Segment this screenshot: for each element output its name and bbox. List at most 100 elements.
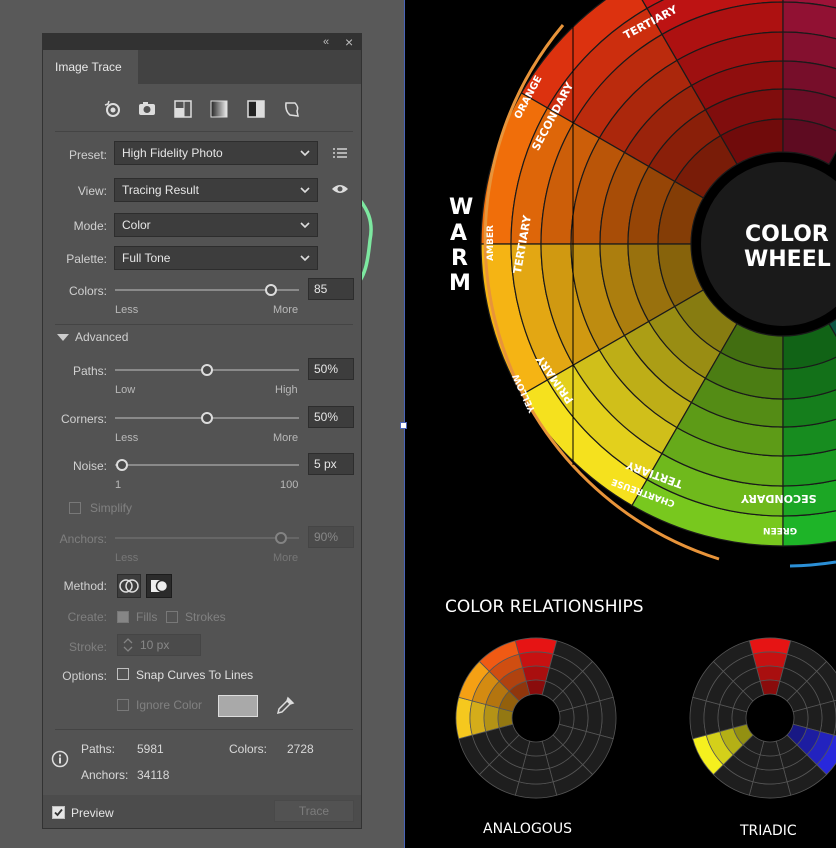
stats-colors-label: Colors: bbox=[229, 742, 268, 756]
mini-wheel-segment bbox=[752, 767, 788, 785]
strokes-label: Strokes bbox=[185, 610, 226, 624]
mini-wheel-segment bbox=[522, 754, 550, 771]
stroke-value: 10 px bbox=[140, 638, 170, 652]
noise-slider-track[interactable] bbox=[115, 464, 299, 466]
divider bbox=[55, 131, 353, 132]
panel-titlebar[interactable]: « × bbox=[43, 34, 361, 50]
paths-input[interactable]: 50% bbox=[308, 358, 354, 380]
method-abutting-button[interactable] bbox=[117, 574, 141, 598]
trace-button[interactable]: Trace bbox=[274, 800, 354, 822]
artboard[interactable]: COLOR WHEEL W A R M TERTIARY ORANGE SECO… bbox=[405, 0, 836, 848]
chevron-down-icon bbox=[300, 222, 310, 229]
cool-arc bbox=[789, 560, 836, 568]
colors-max-label: More bbox=[273, 304, 299, 316]
mini-wheel-segment bbox=[756, 665, 784, 682]
grayscale-icon[interactable] bbox=[208, 98, 230, 120]
close-icon[interactable]: × bbox=[345, 34, 353, 50]
triangle-down-icon bbox=[57, 334, 69, 341]
strokes-checkbox[interactable] bbox=[166, 611, 178, 623]
selection-handle[interactable] bbox=[400, 422, 407, 429]
paths-min-label: Low bbox=[115, 384, 136, 396]
mode-dropdown[interactable]: Color bbox=[114, 213, 318, 237]
view-label: View: bbox=[77, 184, 107, 198]
divider bbox=[55, 324, 353, 325]
triadic-label: TRIADIC bbox=[740, 823, 797, 839]
noise-slider-thumb[interactable] bbox=[116, 459, 129, 471]
wheel-title-line1: COLOR bbox=[745, 222, 829, 247]
preview-checkbox[interactable] bbox=[52, 806, 65, 819]
tab-image-trace[interactable]: Image Trace bbox=[43, 50, 138, 84]
ignore-color-swatch[interactable] bbox=[218, 695, 258, 717]
label-secondary-bottom: SECONDARY bbox=[741, 492, 817, 505]
label-green: GREEN bbox=[763, 525, 798, 535]
anchors-slider-thumb[interactable] bbox=[274, 532, 287, 544]
palette-dropdown[interactable]: Full Tone bbox=[114, 246, 318, 270]
anchors-min-label: Less bbox=[115, 552, 139, 564]
create-label: Create: bbox=[67, 610, 107, 624]
preview-label: Preview bbox=[71, 806, 114, 820]
outline-icon[interactable] bbox=[281, 98, 303, 120]
mini-wheel-segment bbox=[819, 700, 836, 736]
eye-icon[interactable] bbox=[331, 182, 349, 196]
palette-value: Full Tone bbox=[122, 251, 171, 265]
low-color-icon[interactable] bbox=[172, 98, 194, 120]
stats-colors-value: 2728 bbox=[287, 742, 314, 756]
noise-input[interactable]: 5 px bbox=[308, 453, 354, 475]
mini-wheel-segment bbox=[483, 704, 500, 732]
anchors-input[interactable]: 90% bbox=[308, 526, 354, 548]
corners-slider-thumb[interactable] bbox=[201, 412, 213, 424]
colors-slider-thumb[interactable] bbox=[265, 284, 278, 296]
corners-label: Corners: bbox=[60, 412, 107, 426]
ignore-color-checkbox[interactable] bbox=[117, 699, 129, 711]
snap-curves-label: Snap Curves To Lines bbox=[136, 668, 254, 682]
mini-wheel-segment bbox=[518, 767, 554, 785]
fills-checkbox[interactable] bbox=[117, 611, 129, 623]
mini-wheel-segment bbox=[469, 700, 487, 736]
corners-min-label: Less bbox=[115, 432, 139, 444]
anchors-label: Anchors: bbox=[59, 532, 107, 546]
warm-letter-r: R bbox=[451, 246, 468, 271]
simplify-checkbox[interactable] bbox=[69, 502, 81, 514]
black-and-white-icon[interactable] bbox=[245, 98, 267, 120]
advanced-label: Advanced bbox=[75, 330, 129, 344]
analogous-label: ANALOGOUS bbox=[483, 821, 572, 837]
preset-label: Preset: bbox=[68, 148, 107, 162]
stepper-icon bbox=[123, 638, 133, 652]
mini-wheel-segment bbox=[717, 704, 734, 732]
chevron-down-icon bbox=[300, 150, 310, 157]
noise-max-label: 100 bbox=[280, 479, 299, 491]
divider bbox=[55, 729, 353, 730]
stats-anchors-label: Anchors: bbox=[81, 768, 129, 782]
paths-slider-thumb[interactable] bbox=[201, 364, 213, 376]
mini-wheel-segment bbox=[703, 700, 721, 736]
snap-curves-checkbox[interactable] bbox=[117, 668, 129, 680]
eyedropper-icon[interactable] bbox=[275, 696, 295, 716]
mini-wheel-segment bbox=[752, 651, 788, 669]
stroke-input[interactable]: 10 px bbox=[117, 634, 201, 656]
corners-input[interactable]: 50% bbox=[308, 406, 354, 428]
anchors-max-label: More bbox=[273, 552, 299, 564]
stroke-label: Stroke: bbox=[68, 640, 107, 654]
view-dropdown[interactable]: Tracing Result bbox=[114, 178, 318, 202]
stats-anchors-value: 34118 bbox=[137, 768, 170, 782]
collapse-icon[interactable]: « bbox=[323, 34, 329, 50]
high-color-icon[interactable] bbox=[136, 98, 158, 120]
colors-input[interactable]: 85 bbox=[308, 278, 354, 300]
anchors-slider-track[interactable] bbox=[115, 537, 299, 539]
paths-max-label: High bbox=[275, 384, 298, 396]
preset-value: High Fidelity Photo bbox=[122, 146, 223, 160]
preset-dropdown[interactable]: High Fidelity Photo bbox=[114, 141, 318, 165]
noise-min-label: 1 bbox=[115, 479, 122, 491]
method-overlapping-button[interactable] bbox=[146, 574, 172, 598]
preset-manager-icon[interactable] bbox=[332, 146, 348, 162]
noise-label: Noise: bbox=[72, 459, 107, 473]
view-value: Tracing Result bbox=[122, 183, 199, 197]
chevron-down-icon bbox=[300, 255, 310, 262]
image-trace-panel: « × Image Trace Preset: High Fidelity Ph… bbox=[42, 33, 362, 829]
mini-wheel-segment bbox=[522, 665, 550, 682]
ignore-color-label: Ignore Color bbox=[136, 698, 203, 712]
fills-label: Fills bbox=[136, 610, 158, 624]
colors-label: Colors: bbox=[68, 284, 107, 298]
corners-max-label: More bbox=[273, 432, 299, 444]
auto-color-icon[interactable] bbox=[101, 98, 123, 120]
